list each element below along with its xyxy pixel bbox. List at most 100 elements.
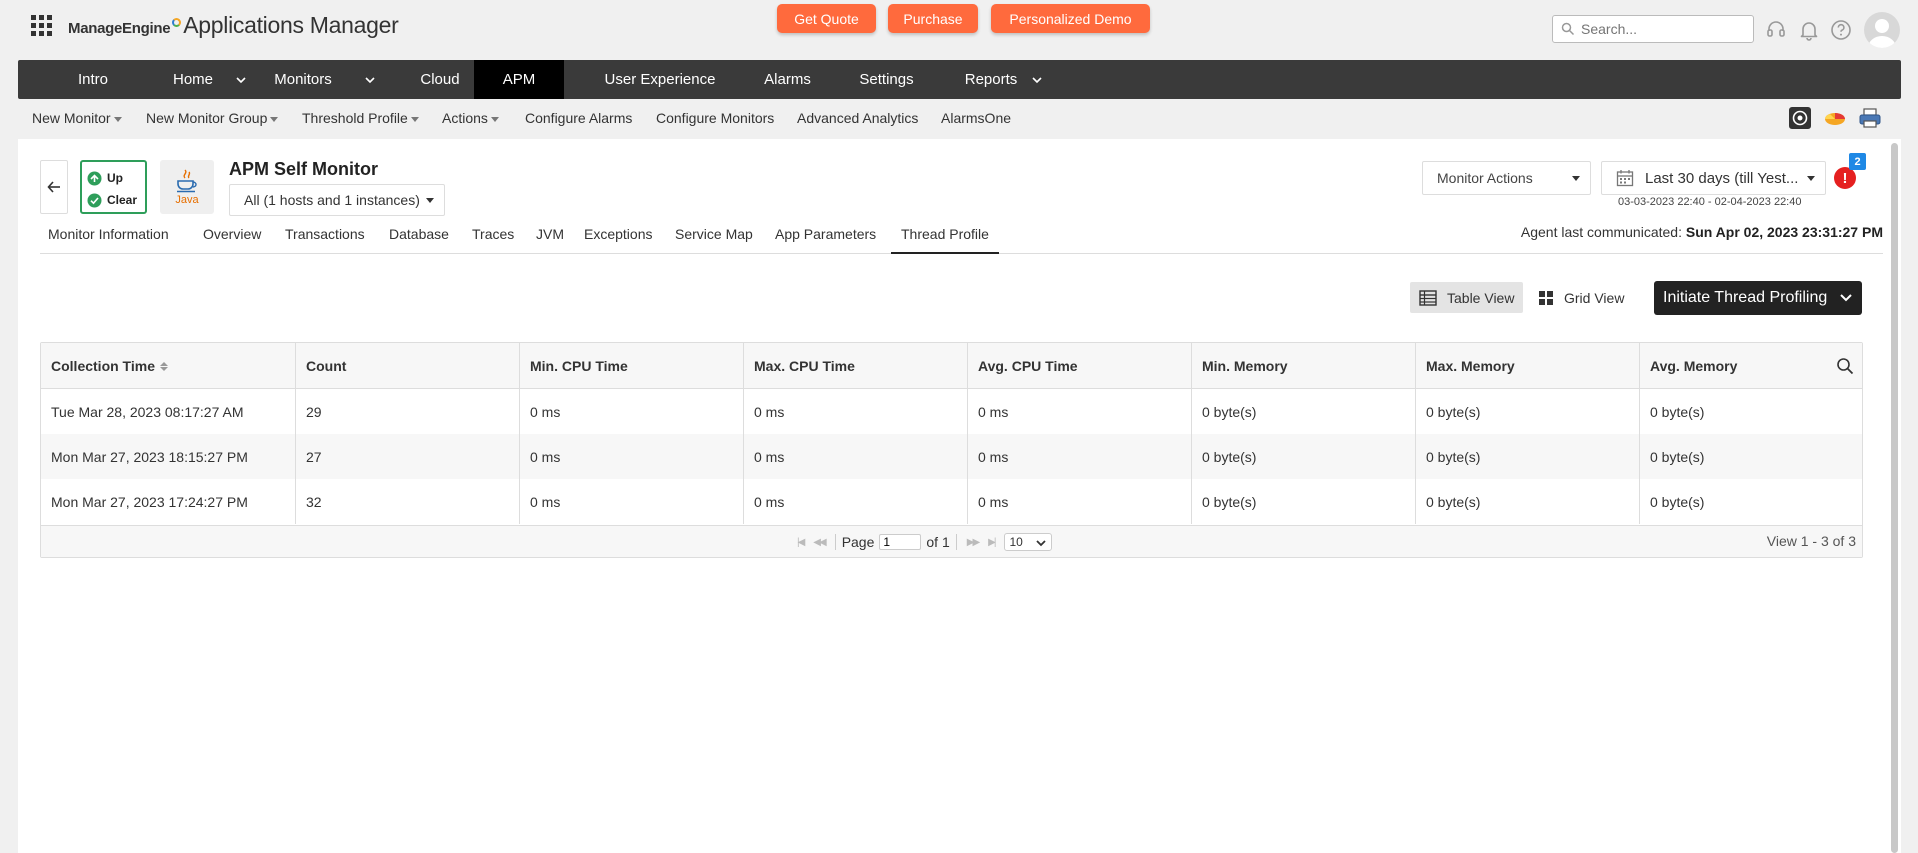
alert-icon[interactable]: !: [1834, 167, 1856, 189]
subnav-new-monitor[interactable]: New Monitor: [32, 110, 122, 126]
java-logo: Java: [160, 160, 214, 214]
table-row[interactable]: Tue Mar 28, 2023 08:17:27 AM 29 0 ms 0 m…: [41, 389, 1862, 434]
period-dropdown[interactable]: Last 30 days (till Yest...: [1601, 161, 1826, 195]
cell-collection-time: Tue Mar 28, 2023 08:17:27 AM: [41, 389, 296, 434]
tab-database[interactable]: Database: [389, 224, 449, 254]
table-row[interactable]: Mon Mar 27, 2023 18:15:27 PM 27 0 ms 0 m…: [41, 434, 1862, 479]
col-avg-cpu-time[interactable]: Avg. CPU Time: [968, 343, 1192, 389]
subnav-configure-monitors[interactable]: Configure Monitors: [656, 110, 774, 126]
col-max-memory[interactable]: Max. Memory: [1416, 343, 1640, 389]
sub-nav: New Monitor New Monitor Group Threshold …: [0, 104, 1918, 132]
bell-icon[interactable]: [1798, 19, 1820, 41]
subnav-new-monitor-group-label: New Monitor Group: [146, 110, 268, 126]
brand-logo[interactable]: ManageEngine Applications Manager: [68, 12, 399, 39]
tab-app-parameters[interactable]: App Parameters: [775, 224, 876, 254]
search-icon: [1561, 22, 1575, 36]
nav-monitors[interactable]: Monitors: [263, 60, 343, 99]
table-row[interactable]: Mon Mar 27, 2023 17:24:27 PM 32 0 ms 0 m…: [41, 479, 1862, 524]
col-count[interactable]: Count: [296, 343, 520, 389]
last-page-icon[interactable]: ▶|: [988, 537, 996, 548]
table-search-icon[interactable]: [1836, 357, 1854, 375]
printer-icon[interactable]: [1858, 106, 1882, 130]
prev-page-icon[interactable]: ◀◀: [813, 537, 826, 548]
nav-reports[interactable]: Reports: [948, 60, 1034, 99]
search-input[interactable]: [1581, 21, 1751, 37]
initiate-thread-profiling-label: Initiate Thread Profiling: [1663, 289, 1828, 306]
arrow-up-circle-icon: [87, 171, 102, 185]
user-avatar[interactable]: [1864, 12, 1900, 48]
back-button[interactable]: [40, 160, 68, 214]
cell-min-cpu-time: 0 ms: [520, 434, 744, 479]
personalized-demo-button[interactable]: Personalized Demo: [991, 4, 1150, 33]
col-collection-time[interactable]: Collection Time: [41, 343, 296, 389]
subnav-advanced-analytics[interactable]: Advanced Analytics: [797, 110, 918, 126]
pager-divider: [834, 534, 836, 550]
subnav-new-monitor-label: New Monitor: [32, 110, 111, 126]
grid-view-button[interactable]: Grid View: [1529, 282, 1633, 313]
cell-count: 32: [296, 479, 520, 524]
nav-intro[interactable]: Intro: [62, 60, 124, 99]
subnav-new-monitor-group[interactable]: New Monitor Group: [146, 110, 279, 126]
tab-transactions[interactable]: Transactions: [285, 224, 365, 254]
help-icon[interactable]: [1830, 19, 1852, 41]
cell-count: 29: [296, 389, 520, 434]
monitor-tabs: Monitor Information Overview Transaction…: [40, 224, 1883, 254]
nav-settings[interactable]: Settings: [844, 60, 929, 99]
page-scrollbar[interactable]: [1891, 143, 1898, 853]
monitor-title: APM Self Monitor: [229, 159, 378, 179]
tab-exceptions[interactable]: Exceptions: [584, 224, 652, 254]
monitor-actions-dropdown[interactable]: Monitor Actions: [1422, 161, 1591, 195]
tab-overview[interactable]: Overview: [203, 224, 261, 254]
nav-apm[interactable]: APM: [474, 60, 564, 99]
pager-divider: [955, 534, 957, 550]
subnav-actions[interactable]: Actions: [442, 110, 499, 126]
view-range-info: View 1 - 3 of 3: [1766, 533, 1856, 549]
tab-thread-profile[interactable]: Thread Profile: [891, 224, 999, 254]
tab-traces[interactable]: Traces: [472, 224, 514, 254]
col-min-memory[interactable]: Min. Memory: [1192, 343, 1416, 389]
instance-selector[interactable]: All (1 hosts and 1 instances): [229, 184, 445, 216]
status-clear-row: Clear: [87, 189, 145, 211]
cell-min-cpu-time: 0 ms: [520, 479, 744, 524]
nav-alarms[interactable]: Alarms: [746, 60, 829, 99]
next-page-icon[interactable]: ▶▶: [967, 537, 980, 548]
subnav-threshold-profile[interactable]: Threshold Profile: [302, 110, 419, 126]
rows-per-page-select[interactable]: 10: [1004, 533, 1053, 551]
user-icon: [1868, 19, 1896, 48]
monitors-chevron-down-icon[interactable]: [364, 74, 376, 86]
purchase-button[interactable]: Purchase: [888, 4, 978, 33]
headset-icon[interactable]: [1765, 19, 1787, 41]
nav-cloud[interactable]: Cloud: [405, 60, 475, 99]
app-launcher-icon[interactable]: [31, 15, 52, 36]
cell-max-cpu-time: 0 ms: [744, 389, 968, 434]
initiate-thread-profiling-button[interactable]: Initiate Thread Profiling: [1654, 281, 1862, 315]
col-avg-memory[interactable]: Avg. Memory: [1640, 343, 1862, 389]
camera-shutter-icon[interactable]: [1788, 106, 1812, 130]
sort-icon: [159, 361, 168, 371]
cell-max-memory: 0 byte(s): [1416, 389, 1640, 434]
calendar-icon: [1616, 170, 1634, 187]
nav-home[interactable]: Home: [158, 60, 228, 99]
caret-down-icon: [490, 116, 499, 122]
pie-chart-icon[interactable]: [1823, 106, 1847, 130]
reports-chevron-down-icon[interactable]: [1031, 74, 1043, 86]
subnav-alarmsone[interactable]: AlarmsOne: [941, 110, 1011, 126]
table-view-button[interactable]: Table View: [1410, 282, 1524, 313]
cell-avg-cpu-time: 0 ms: [968, 434, 1192, 479]
get-quote-button[interactable]: Get Quote: [777, 4, 876, 33]
cell-max-memory: 0 byte(s): [1416, 479, 1640, 524]
col-max-cpu-time[interactable]: Max. CPU Time: [744, 343, 968, 389]
nav-user-experience[interactable]: User Experience: [585, 60, 735, 99]
subnav-configure-alarms[interactable]: Configure Alarms: [525, 110, 632, 126]
page-number-input[interactable]: [879, 534, 922, 550]
home-chevron-down-icon[interactable]: [235, 74, 247, 86]
period-label: Last 30 days (till Yest...: [1645, 169, 1799, 187]
rows-per-page-value: 10: [1009, 535, 1023, 549]
grid-view-label: Grid View: [1564, 289, 1625, 306]
col-min-cpu-time[interactable]: Min. CPU Time: [520, 343, 744, 389]
first-page-icon[interactable]: |◀: [797, 537, 805, 548]
check-circle-icon: [87, 193, 102, 207]
tab-monitor-information[interactable]: Monitor Information: [48, 224, 169, 254]
tab-jvm[interactable]: JVM: [536, 224, 564, 254]
tab-service-map[interactable]: Service Map: [675, 224, 753, 254]
